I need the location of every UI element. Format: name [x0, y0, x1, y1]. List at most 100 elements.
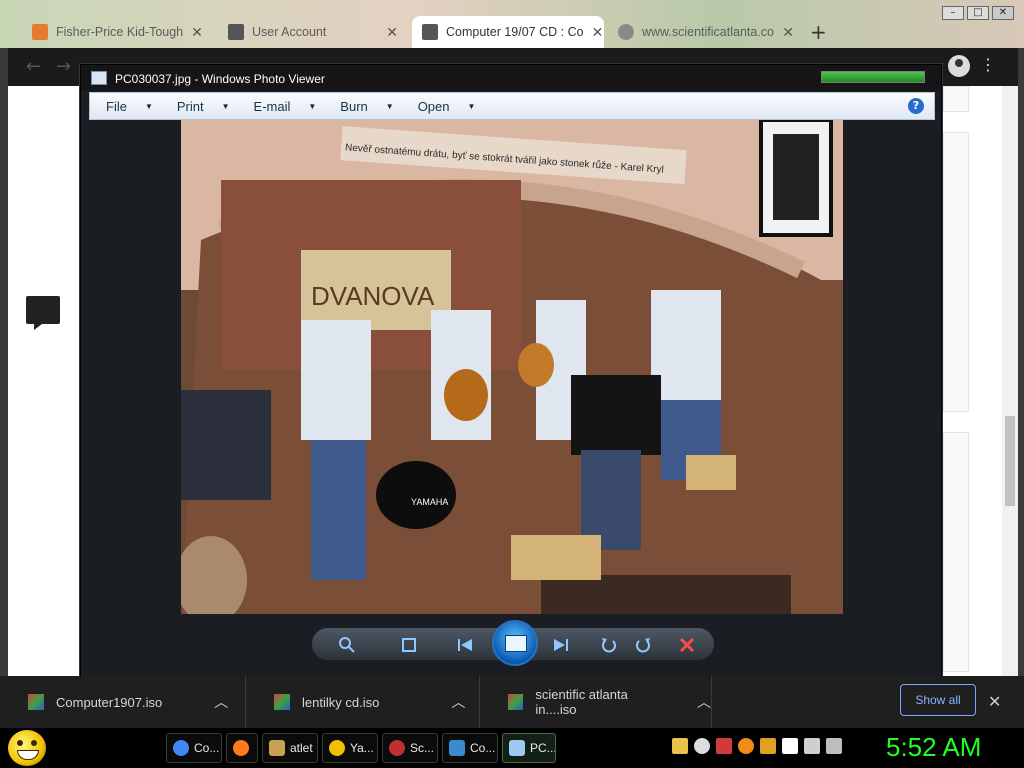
back-arrow-icon[interactable]: ←	[26, 56, 41, 77]
menu-burn[interactable]: Burn ▼	[340, 99, 393, 114]
taskbar-item-yahoo[interactable]: Ya...	[322, 733, 378, 763]
zoom-icon[interactable]	[338, 636, 356, 654]
taskbar-item-atlet[interactable]: atlet	[262, 733, 318, 763]
taskbar-item-chrome[interactable]: Co...	[166, 733, 222, 763]
photo-image: DVANOVA Nevěř ostnatému drátu, byť se st…	[181, 120, 843, 614]
tab-computer-cd[interactable]: Computer 19/07 CD : Co ✕	[412, 16, 604, 48]
download-filename: lentilky cd.iso	[302, 694, 380, 710]
archive-file-icon	[508, 694, 524, 710]
start-button-icon[interactable]	[8, 730, 46, 766]
download-item[interactable]: scientific atlanta in....iso ︿	[480, 676, 712, 728]
close-downloads-icon[interactable]: ✕	[988, 692, 1001, 711]
chevron-up-icon[interactable]: ︿	[451, 692, 465, 712]
taskbar-label: Sc...	[410, 741, 435, 755]
chat-bubble-icon[interactable]	[26, 296, 60, 330]
network-icon[interactable]	[804, 738, 820, 754]
close-icon[interactable]: ✕	[386, 24, 398, 41]
flag-icon[interactable]	[782, 738, 798, 754]
taskbar-clock[interactable]: 5:52 AM	[886, 732, 981, 763]
close-window-icon[interactable]: ✕	[992, 6, 1014, 20]
show-all-button[interactable]: Show all	[900, 684, 976, 716]
chevron-up-icon[interactable]: ︿	[214, 692, 228, 712]
photo-viewer-titlebar[interactable]: PC030037.jpg - Windows Photo Viewer	[81, 65, 941, 91]
menu-email[interactable]: E-mail ▼	[254, 99, 317, 114]
delete-icon[interactable]	[678, 636, 696, 654]
menu-label: Burn	[340, 98, 368, 114]
photo-viewer-window: PC030037.jpg - Windows Photo Viewer File…	[80, 64, 942, 678]
page-card	[943, 86, 969, 112]
taskbar-label: PC...	[530, 741, 556, 755]
tab-user-account[interactable]: User Account ✕	[218, 16, 408, 48]
rotate-right-icon[interactable]	[634, 636, 652, 654]
close-icon[interactable]: ✕	[592, 24, 604, 41]
browser-tab-strip: Fisher-Price Kid-Tough ✕ User Account ✕ …	[0, 0, 1024, 48]
taskbar-label: Co...	[194, 741, 220, 755]
previous-icon[interactable]	[456, 636, 474, 654]
maximize-icon[interactable]: □	[967, 6, 989, 20]
forward-arrow-icon[interactable]: →	[56, 56, 71, 77]
taskbar-item-firefox[interactable]	[226, 733, 258, 763]
scrollbar-thumb[interactable]	[1005, 416, 1015, 506]
menu-dots-icon[interactable]: ⋮	[980, 55, 996, 74]
firefox-icon	[233, 740, 249, 756]
page-scrollbar[interactable]	[1002, 86, 1018, 676]
download-item[interactable]: Computer1907.iso ︿	[0, 676, 246, 728]
menu-label: Open	[417, 98, 450, 114]
tab-title: www.scientificatlanta.co	[642, 25, 775, 39]
dropdown-arrow-icon: ▼	[144, 101, 153, 111]
menu-label: Print	[176, 98, 204, 114]
archive-file-icon	[28, 694, 44, 710]
profile-avatar-icon[interactable]	[948, 55, 970, 77]
close-icon[interactable]: ✕	[191, 24, 203, 41]
title-bar-progress	[821, 71, 925, 83]
photo-viewer-app-icon	[91, 71, 107, 85]
rotate-left-icon[interactable]	[600, 636, 618, 654]
system-tray	[672, 738, 842, 754]
close-icon[interactable]: ✕	[782, 24, 794, 41]
dropdown-arrow-icon: ▼	[385, 101, 394, 111]
taskbar-item-sc[interactable]: Sc...	[382, 733, 438, 763]
drum-label-text: YAMAHA	[411, 497, 448, 507]
photo-viewer-icon	[509, 740, 525, 756]
download-filename: Computer1907.iso	[56, 694, 163, 710]
menu-open[interactable]: Open ▼	[418, 99, 476, 114]
folder-icon[interactable]	[672, 738, 688, 754]
chrome-icon	[173, 740, 189, 756]
next-icon[interactable]	[552, 636, 570, 654]
menu-file[interactable]: File ▼	[106, 99, 153, 114]
archive-file-icon	[274, 694, 290, 710]
menu-label: File	[106, 98, 127, 114]
photo-svg: DVANOVA Nevěř ostnatému drátu, byť se st…	[181, 120, 843, 614]
chevron-up-icon[interactable]: ︿	[697, 692, 711, 712]
volume-icon[interactable]	[826, 738, 842, 754]
photo-viewer-controls	[311, 620, 715, 666]
smiley-icon	[329, 740, 345, 756]
search-icon[interactable]	[738, 738, 754, 754]
taskbar-item-computer[interactable]: Co...	[442, 733, 498, 763]
minimize-icon[interactable]: –	[942, 6, 964, 20]
photo-viewer-menubar: File ▼ Print ▼ E-mail ▼ Burn ▼ Open ▼ ?	[89, 92, 935, 120]
tab-favicon-icon	[32, 24, 48, 40]
tab-scientific-atlanta[interactable]: www.scientificatlanta.co ✕	[608, 16, 804, 48]
tab-fisher-price[interactable]: Fisher-Price Kid-Tough ✕	[22, 16, 212, 48]
tab-favicon-icon	[228, 24, 244, 40]
slideshow-button[interactable]	[492, 620, 538, 666]
menu-print[interactable]: Print ▼	[177, 99, 230, 114]
taskbar-label: Co...	[470, 741, 496, 755]
tab-title: Fisher-Price Kid-Tough	[56, 25, 184, 39]
download-item[interactable]: lentilky cd.iso ︿	[246, 676, 480, 728]
page-card	[943, 432, 969, 672]
update-icon[interactable]	[760, 738, 776, 754]
page-card	[943, 132, 969, 412]
red-app-icon	[389, 740, 405, 756]
network-globe-icon[interactable]	[694, 738, 710, 754]
menu-label: E-mail	[253, 98, 291, 114]
taskbar: Co... atlet Ya... Sc... Co... PC... 5:52…	[0, 728, 1024, 768]
fit-to-window-icon[interactable]	[400, 636, 418, 654]
new-tab-button[interactable]: +	[810, 20, 827, 44]
help-icon[interactable]: ?	[908, 98, 924, 114]
taskbar-item-photo-viewer[interactable]: PC...	[502, 733, 556, 763]
antivirus-icon[interactable]	[716, 738, 732, 754]
document-icon	[269, 740, 285, 756]
download-filename: scientific atlanta in....iso	[535, 687, 628, 717]
